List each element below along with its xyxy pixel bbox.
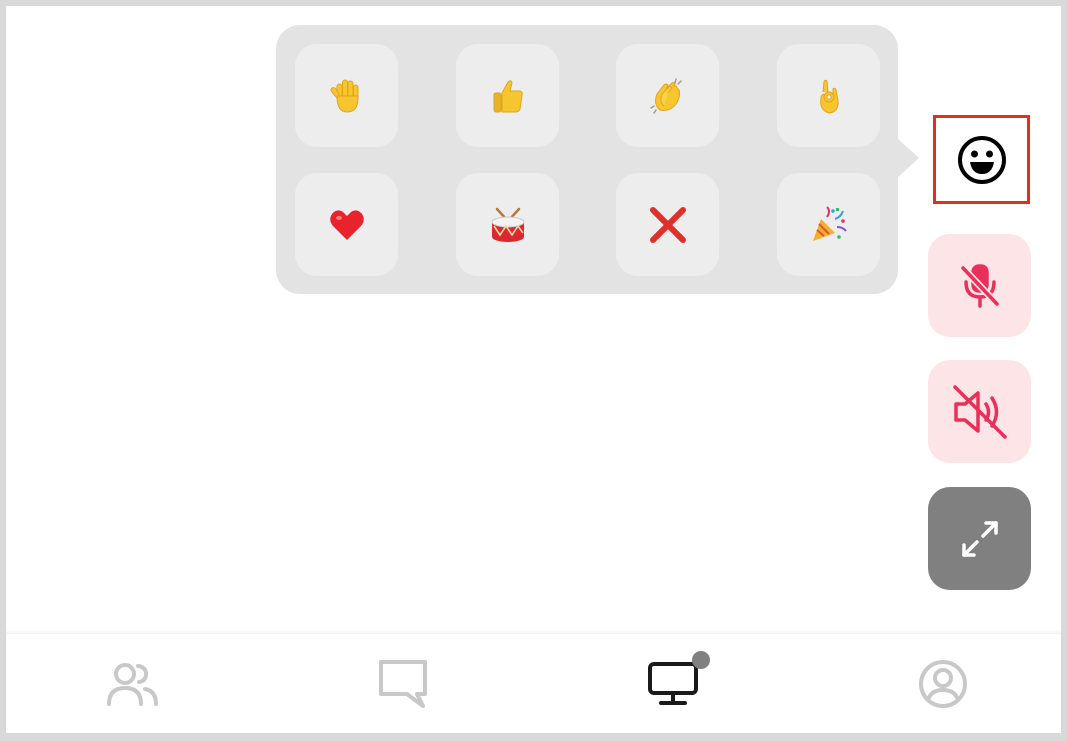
nav-chat[interactable] bbox=[343, 634, 463, 734]
participants-icon bbox=[107, 663, 158, 706]
screen-share-icon bbox=[648, 662, 698, 705]
cross-mark-icon bbox=[649, 206, 686, 243]
raised-hand-icon bbox=[330, 79, 358, 113]
ok-hand-icon bbox=[819, 79, 839, 114]
reaction-heart-button[interactable] bbox=[295, 173, 398, 276]
party-popper-icon bbox=[812, 205, 847, 241]
drum-icon bbox=[491, 207, 524, 242]
reaction-drum-button[interactable] bbox=[456, 173, 559, 276]
profile-icon bbox=[919, 660, 967, 708]
bottom-navigation bbox=[6, 633, 1061, 733]
microphone-toggle-button[interactable] bbox=[928, 234, 1031, 337]
reaction-toggle-button[interactable] bbox=[933, 115, 1030, 204]
reaction-thumbs-up-button[interactable] bbox=[456, 44, 559, 147]
reaction-clapping-hands-button[interactable] bbox=[616, 44, 719, 147]
clapping-hands-icon bbox=[649, 77, 682, 114]
fullscreen-button[interactable] bbox=[928, 487, 1031, 590]
heart-icon bbox=[329, 209, 364, 240]
microphone-off-icon bbox=[959, 263, 1000, 308]
nav-profile[interactable] bbox=[883, 634, 1003, 734]
smiley-face-icon bbox=[957, 135, 1006, 184]
speaker-toggle-button[interactable] bbox=[928, 360, 1031, 463]
reaction-ok-hand-button[interactable] bbox=[777, 44, 880, 147]
reaction-raised-hand-button[interactable] bbox=[295, 44, 398, 147]
popover-arrow bbox=[897, 138, 919, 178]
chat-icon bbox=[379, 660, 427, 708]
nav-participants[interactable] bbox=[73, 634, 193, 734]
screen-share-badge bbox=[692, 651, 710, 669]
expand-icon bbox=[961, 520, 998, 557]
reaction-cross-mark-button[interactable] bbox=[616, 173, 719, 276]
nav-screen-share[interactable] bbox=[613, 634, 733, 734]
thumbs-up-icon bbox=[493, 79, 523, 112]
reaction-party-popper-button[interactable] bbox=[777, 173, 880, 276]
speaker-off-icon bbox=[952, 384, 1007, 439]
